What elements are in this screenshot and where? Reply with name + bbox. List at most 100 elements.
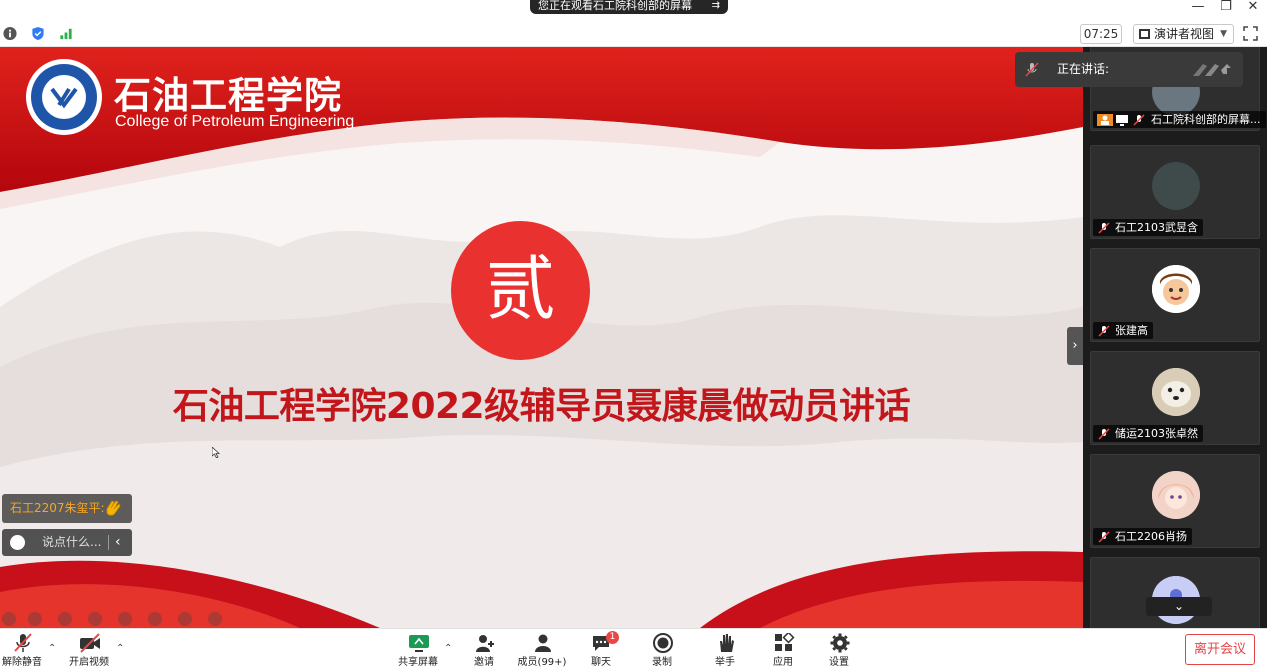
participant-tile[interactable]: 石工2206肖扬	[1090, 454, 1260, 548]
chevron-up-icon[interactable]: ⌃	[48, 643, 56, 654]
chevron-up-icon[interactable]: ⌃	[116, 643, 124, 654]
chevron-down-icon[interactable]: ⌄	[1146, 597, 1212, 616]
college-emblem	[26, 59, 102, 135]
chat-placeholder[interactable]: 说点什么...	[42, 529, 101, 556]
signal-icon[interactable]	[58, 26, 74, 41]
participant-nameplate: 石工2103武昱含	[1093, 219, 1203, 236]
share-screen-icon	[409, 635, 429, 652]
banner-text: 您正在观看石工院科创部的屏幕	[538, 0, 692, 12]
video-off-icon	[80, 633, 100, 653]
record-button[interactable]: 录制	[634, 631, 690, 668]
chevron-down-icon: ▼	[1220, 29, 1227, 39]
shared-screen: 石油工程学院 College of Petroleum Engineering …	[0, 47, 1083, 628]
participant-nameplate: 张建高	[1093, 322, 1153, 339]
record-label: 录制	[652, 657, 672, 668]
chat-button[interactable]: 1 聊天	[573, 631, 629, 668]
annotation-toolbar	[0, 607, 232, 628]
share-screen-button[interactable]: 共享屏幕	[390, 631, 446, 668]
view-mode-label: 演讲者视图	[1154, 27, 1215, 41]
college-name-cn: 石油工程学院	[114, 73, 342, 117]
start-video-button[interactable]: 开启视频	[61, 631, 117, 668]
participant-nameplate: 石工院科创部的屏幕...	[1093, 111, 1266, 128]
mic-muted-icon	[1098, 428, 1110, 440]
participant-nameplate: 石工2206肖扬	[1093, 528, 1192, 545]
chevron-left-icon[interactable]	[208, 612, 222, 626]
record-icon	[653, 633, 673, 653]
avatar	[1152, 162, 1200, 210]
mic-muted-icon	[1133, 114, 1145, 126]
pen-icon[interactable]	[58, 612, 72, 626]
close-icon[interactable]: ✕	[1243, 0, 1263, 14]
meeting-timer: 07:25	[1080, 24, 1122, 44]
mic-muted-icon	[1098, 325, 1110, 337]
members-button[interactable]: 成员(99+)	[514, 631, 570, 668]
participant-tile[interactable]: 储运2103张卓然	[1090, 351, 1260, 445]
participant-tile[interactable]: 张建高	[1090, 248, 1260, 342]
more-icon[interactable]	[178, 612, 192, 626]
fullscreen-icon[interactable]	[1243, 26, 1258, 41]
settings-icon	[830, 633, 850, 653]
avatar	[1152, 265, 1200, 313]
minimize-icon[interactable]: —	[1188, 0, 1208, 14]
wave-hand-icon	[1193, 64, 1231, 76]
meeting-window: 您正在观看石工院科创部的屏幕 ⇉ — ❐ ✕ 07:25 演讲者视图 ▼ 石油工…	[0, 0, 1267, 668]
emoji-icon[interactable]	[10, 535, 25, 550]
participant-tile[interactable]: 石工2103武昱含	[1090, 145, 1260, 239]
info-icon[interactable]	[2, 26, 18, 41]
raise-hand-button[interactable]: 举手	[697, 631, 753, 668]
reaction-sender: 石工2207朱玺平:	[10, 501, 105, 515]
invite-button[interactable]: 邀请	[456, 631, 512, 668]
settings-button[interactable]: 设置	[811, 631, 867, 668]
participant-nameplate: 储运2103张卓然	[1093, 425, 1203, 442]
apps-button[interactable]: 应用	[755, 631, 811, 668]
unread-badge: 1	[606, 631, 619, 644]
mic-muted-icon	[1025, 62, 1039, 77]
collapse-gallery-handle[interactable]: ›	[1067, 327, 1083, 365]
chevron-up-icon[interactable]: ⌃	[444, 643, 452, 654]
play-icon[interactable]	[28, 612, 42, 626]
mic-muted-icon	[1098, 222, 1110, 234]
options-icon[interactable]: ⇉	[712, 0, 720, 12]
screen-share-banner[interactable]: 您正在观看石工院科创部的屏幕 ⇉	[530, 0, 728, 14]
unmute-button[interactable]: 解除静音	[0, 631, 50, 668]
stop-icon[interactable]	[118, 612, 132, 626]
section-number-badge: 贰	[451, 221, 590, 360]
members-label: 成员(99+)	[517, 657, 567, 668]
raise-hand-label: 举手	[715, 657, 735, 668]
leave-meeting-button[interactable]: 离开会议	[1185, 634, 1255, 665]
participant-name: 张建高	[1115, 324, 1148, 337]
apps-icon	[775, 633, 795, 651]
invite-label: 邀请	[474, 657, 494, 668]
host-icon	[1097, 114, 1113, 126]
back-icon[interactable]	[2, 612, 16, 626]
view-mode-dropdown[interactable]: 演讲者视图 ▼	[1133, 24, 1234, 44]
invite-icon	[476, 635, 494, 652]
square-icon[interactable]	[148, 612, 162, 626]
raise-hand-icon	[720, 634, 734, 652]
settings-label: 设置	[829, 657, 849, 668]
college-name-en: College of Petroleum Engineering	[115, 113, 355, 130]
clap-icon	[106, 500, 121, 516]
speaking-label: 正在讲话:	[1057, 62, 1110, 76]
participant-name: 石工2206肖扬	[1115, 530, 1187, 543]
chevron-left-icon[interactable]: ‹	[115, 529, 121, 556]
meeting-toolbar: 解除静音 ⌃ 开启视频 ⌃ 共享屏幕 ⌃ 邀请 成员(99+) 1 聊天 录制	[0, 628, 1267, 668]
participant-name: 石工2103武昱含	[1115, 221, 1198, 234]
participant-name: 石工院科创部的屏幕...	[1151, 113, 1261, 126]
members-icon	[535, 634, 551, 652]
slide-headline: 石油工程学院2022级辅导员聂康晨做动员讲话	[172, 386, 911, 427]
participant-gallery: 石工院科创部的屏幕... 石工2103武昱含 张建高 储运2103张卓然 石工2…	[1083, 47, 1267, 628]
start-video-label: 开启视频	[69, 657, 109, 668]
avatar	[1152, 368, 1200, 416]
mic-muted-icon	[1098, 531, 1110, 543]
avatar	[1152, 471, 1200, 519]
reaction-toast: 石工2207朱玺平:	[2, 494, 132, 523]
chat-label: 聊天	[591, 657, 611, 668]
restore-icon[interactable]: ❐	[1216, 0, 1236, 14]
shield-icon[interactable]	[30, 26, 46, 41]
status-bar: 07:25 演讲者视图 ▼	[0, 20, 1267, 47]
participant-tile[interactable]	[1090, 557, 1260, 628]
chat-quick-input[interactable]: 说点什么... ‹	[2, 529, 132, 556]
screenshot-icon[interactable]	[88, 612, 102, 626]
mouse-cursor-icon	[212, 447, 220, 458]
